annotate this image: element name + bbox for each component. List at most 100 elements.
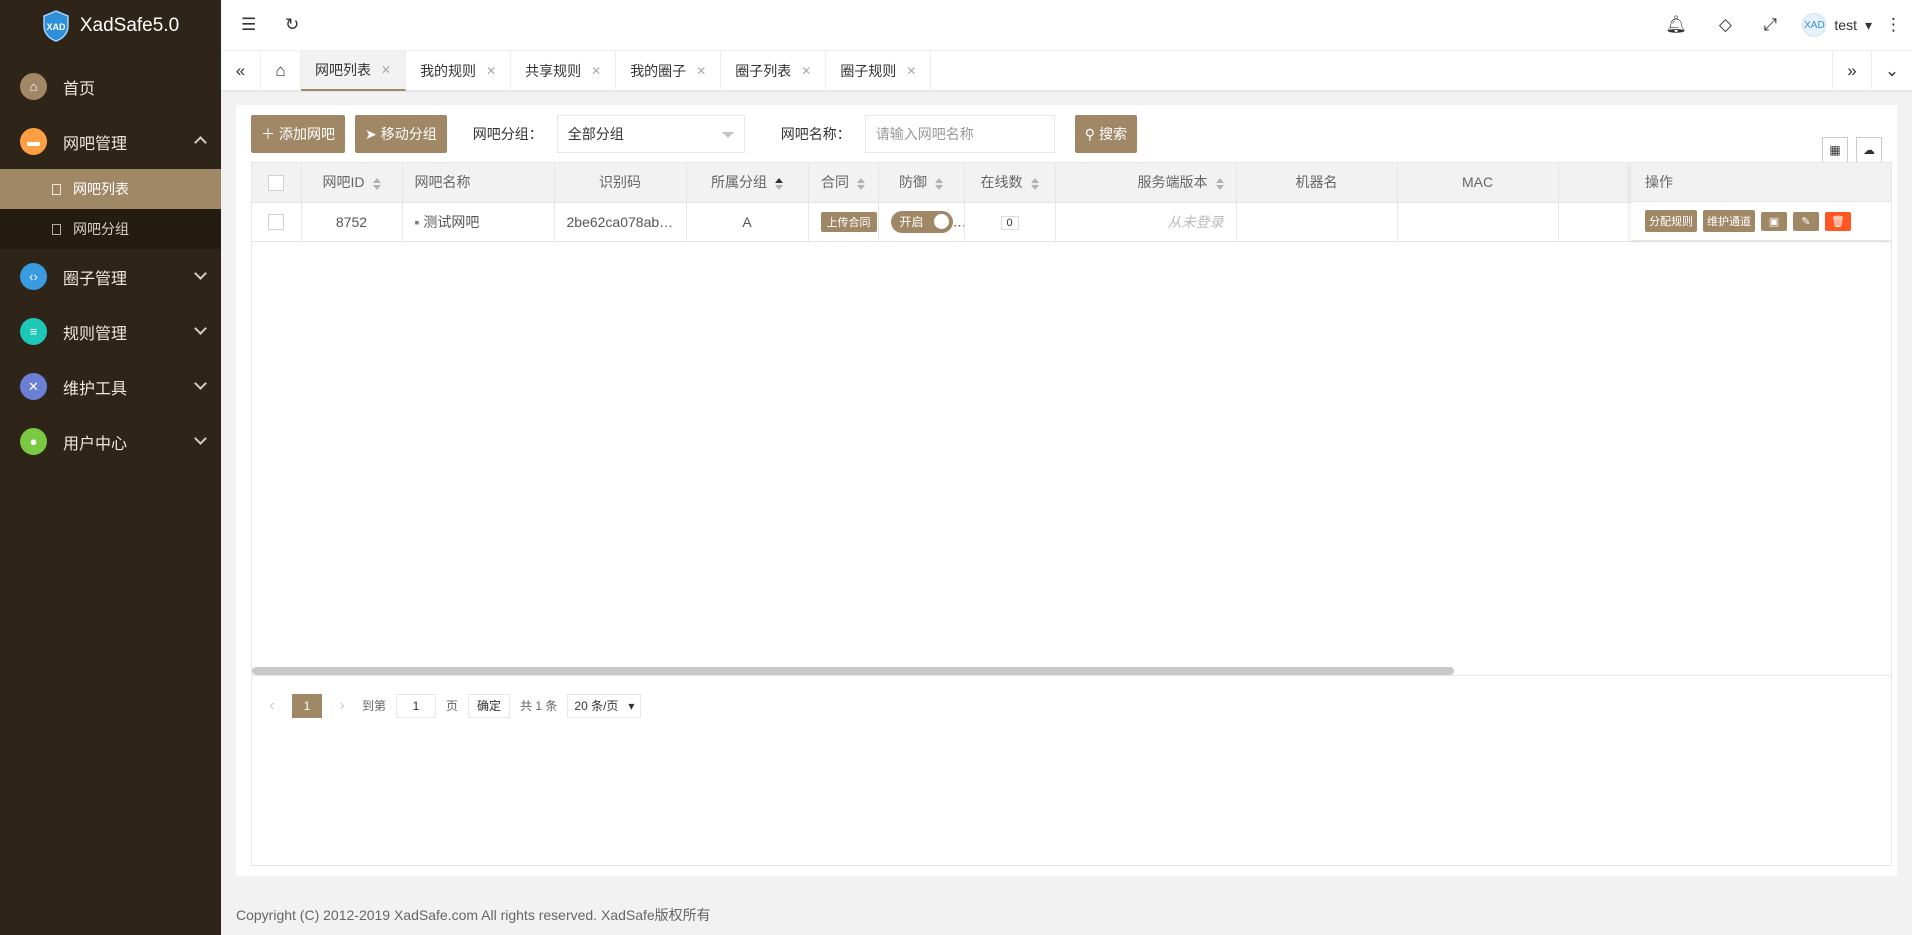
columns-filter-icon[interactable]: ▦ — [1822, 137, 1848, 163]
row-actions: 分配规则 维护通道 ▣ ✎ 🗑︎ — [1631, 202, 1891, 241]
goto-page-input[interactable]: 1 — [396, 693, 437, 718]
tab-label: 圈子规则 — [840, 63, 897, 79]
current-page[interactable]: 1 — [292, 693, 322, 718]
defense-toggle[interactable]: 开启 — [890, 210, 953, 233]
logo: XAD XadSafe5.0 — [0, 0, 221, 51]
select-all-checkbox-cell[interactable] — [252, 163, 302, 203]
delete-icon[interactable]: 🗑︎ — [1825, 211, 1851, 231]
sort-icon[interactable] — [1030, 177, 1039, 190]
column-header-id[interactable]: 网吧ID — [301, 163, 403, 203]
close-icon[interactable]: ✕ — [801, 64, 811, 78]
tab-my-circles[interactable]: 我的圈子 ✕ — [616, 51, 722, 91]
sidebar-item-label: 网吧管理 — [63, 135, 128, 153]
column-label: 合同 — [821, 174, 849, 191]
group-filter-label: 网吧分组： — [472, 126, 543, 142]
horizontal-scrollbar[interactable] — [252, 667, 1891, 675]
tab-bar: « ⌂ 网吧列表 ✕ 我的规则 ✕ 共享规则 ✕ 我的圈子 ✕ 圈子列表 ✕ 圈子规则 ✕ … — [221, 51, 1912, 91]
scroll-tabs-right-icon[interactable]: » — [1832, 51, 1872, 91]
refresh-icon[interactable]: ↻ — [285, 15, 299, 35]
select-all-checkbox[interactable] — [268, 174, 285, 191]
column-header-group[interactable]: 所属分组 — [686, 163, 809, 203]
tab-circle-list[interactable]: 圈子列表 ✕ — [721, 51, 827, 91]
pagination: ‹ 1 › 到第 1 页 确定 共 1 条 20 条/页 ▾ — [252, 675, 1891, 735]
search-button[interactable]: ⚲ 搜索 — [1074, 115, 1137, 153]
column-header-online[interactable]: 在线数 — [964, 163, 1056, 203]
column-header-contract[interactable]: 合同 — [808, 163, 879, 203]
close-icon[interactable]: ✕ — [696, 64, 706, 78]
caret-down-icon: ▾ — [1864, 16, 1872, 33]
tab-netbar-list[interactable]: 网吧列表 ✕ — [301, 51, 407, 91]
maintenance-channel-button[interactable]: 维护通道 — [1703, 210, 1755, 232]
chevron-down-icon — [194, 322, 207, 335]
column-header-mac: MAC — [1397, 163, 1559, 203]
sidebar-item-circle[interactable]: ‹› 圈子管理 — [0, 249, 221, 304]
row-checkbox-cell[interactable] — [252, 202, 302, 242]
sort-icon[interactable] — [1215, 177, 1224, 190]
move-group-button[interactable]: ➤ 移动分组 — [355, 115, 447, 153]
tab-shared-rules[interactable]: 共享规则 ✕ — [511, 51, 617, 91]
netbar-name-input[interactable]: 请输入网吧名称 — [864, 115, 1055, 153]
sidebar-item-label: 用户中心 — [63, 435, 128, 453]
tab-label: 网吧列表 — [315, 62, 371, 78]
column-header-defense[interactable]: 防御 — [878, 163, 965, 203]
user-menu[interactable]: XAD test ▾ — [1802, 13, 1872, 37]
group-select[interactable]: 全部分组 — [556, 115, 745, 153]
home-icon: ⌂ — [20, 73, 47, 100]
cell-mac — [1397, 202, 1559, 242]
close-icon[interactable]: ✕ — [381, 63, 391, 77]
column-label: 服务端版本 — [1137, 174, 1208, 191]
edit-icon[interactable]: ✎ — [1793, 211, 1819, 231]
close-icon[interactable]: ✕ — [486, 64, 496, 78]
sidebar-item-user-center[interactable]: ● 用户中心 — [0, 414, 221, 469]
assign-rules-button[interactable]: 分配规则 — [1645, 210, 1697, 232]
scroll-tabs-left-icon[interactable]: « — [221, 51, 261, 91]
sidebar-item-rules[interactable]: ≡ 规则管理 — [0, 304, 221, 359]
cell-version: 从未登录 — [1055, 202, 1237, 242]
close-icon[interactable]: ✕ — [906, 64, 916, 78]
remote-desktop-icon[interactable]: ▣ — [1761, 211, 1787, 231]
tab-circle-rules[interactable]: 圈子规则 ✕ — [826, 51, 932, 91]
content-card: ＋添加网吧 ➤ 移动分组 网吧分组： 全部分组 网吧名称： 请输入网吧名称 ⚲ 搜索… — [236, 105, 1897, 876]
sidebar-item-home[interactable]: ⌂ 首页 — [0, 59, 221, 114]
export-cloud-icon[interactable]: ☁ — [1856, 137, 1882, 163]
top-header: ☰ ↻ 🔔︎ ◇ ⤢ XAD test ▾ ⋮ — [221, 0, 1912, 51]
scrollbar-thumb[interactable] — [252, 667, 1454, 675]
sidebar-item-netbar-group[interactable]: 网吧分组 — [0, 209, 221, 249]
chevron-up-icon — [194, 136, 207, 149]
toggle-knob — [933, 214, 949, 229]
goto-confirm-button[interactable]: 确定 — [468, 693, 511, 718]
sort-icon[interactable] — [857, 177, 865, 190]
code-icon: ‹› — [20, 263, 47, 290]
more-vertical-icon[interactable]: ⋮ — [1885, 15, 1902, 35]
collapse-menu-icon[interactable]: ☰ — [241, 15, 256, 35]
sidebar: XAD XadSafe5.0 ⌂ 首页 ▬ 网吧管理 网吧列表 网吧分组 ‹› … — [0, 0, 221, 935]
close-icon[interactable]: ✕ — [591, 64, 601, 78]
cell-machine — [1236, 202, 1398, 242]
tab-label: 共享规则 — [525, 63, 582, 79]
column-label: 防御 — [899, 174, 927, 191]
upload-contract-button[interactable]: 上传合同 — [820, 211, 877, 232]
sidebar-item-label: 网吧分组 — [73, 221, 129, 237]
fullscreen-icon[interactable]: ⤢ — [1763, 15, 1777, 35]
sort-icon[interactable] — [372, 177, 381, 190]
row-checkbox[interactable] — [268, 214, 285, 231]
tag-icon[interactable]: ◇ — [1719, 15, 1732, 35]
column-header-version[interactable]: 服务端版本 — [1055, 163, 1237, 203]
sort-icon[interactable] — [775, 177, 783, 190]
file-icon: ≡ — [20, 318, 47, 345]
sort-icon[interactable] — [935, 177, 943, 190]
sidebar-item-netbar-list[interactable]: 网吧列表 — [0, 169, 221, 209]
next-page-icon[interactable]: › — [332, 697, 352, 715]
sidebar-item-netbar[interactable]: ▬ 网吧管理 — [0, 114, 221, 169]
home-tab-icon[interactable]: ⌂ — [261, 51, 301, 91]
prev-page-icon[interactable]: ‹ — [262, 697, 282, 715]
sidebar-item-tools[interactable]: ✕ 维护工具 — [0, 359, 221, 414]
add-netbar-button[interactable]: ＋添加网吧 — [251, 115, 345, 153]
send-icon: ➤ — [365, 125, 377, 142]
cell-contract: 上传合同 — [808, 202, 879, 242]
chevron-down-icon — [194, 432, 207, 445]
bell-icon[interactable]: 🔔︎ — [1665, 15, 1687, 35]
tabs-menu-chevron-icon[interactable]: ⌄ — [1872, 51, 1912, 91]
tab-my-rules[interactable]: 我的规则 ✕ — [406, 51, 512, 91]
page-size-select[interactable]: 20 条/页 ▾ — [567, 693, 642, 718]
